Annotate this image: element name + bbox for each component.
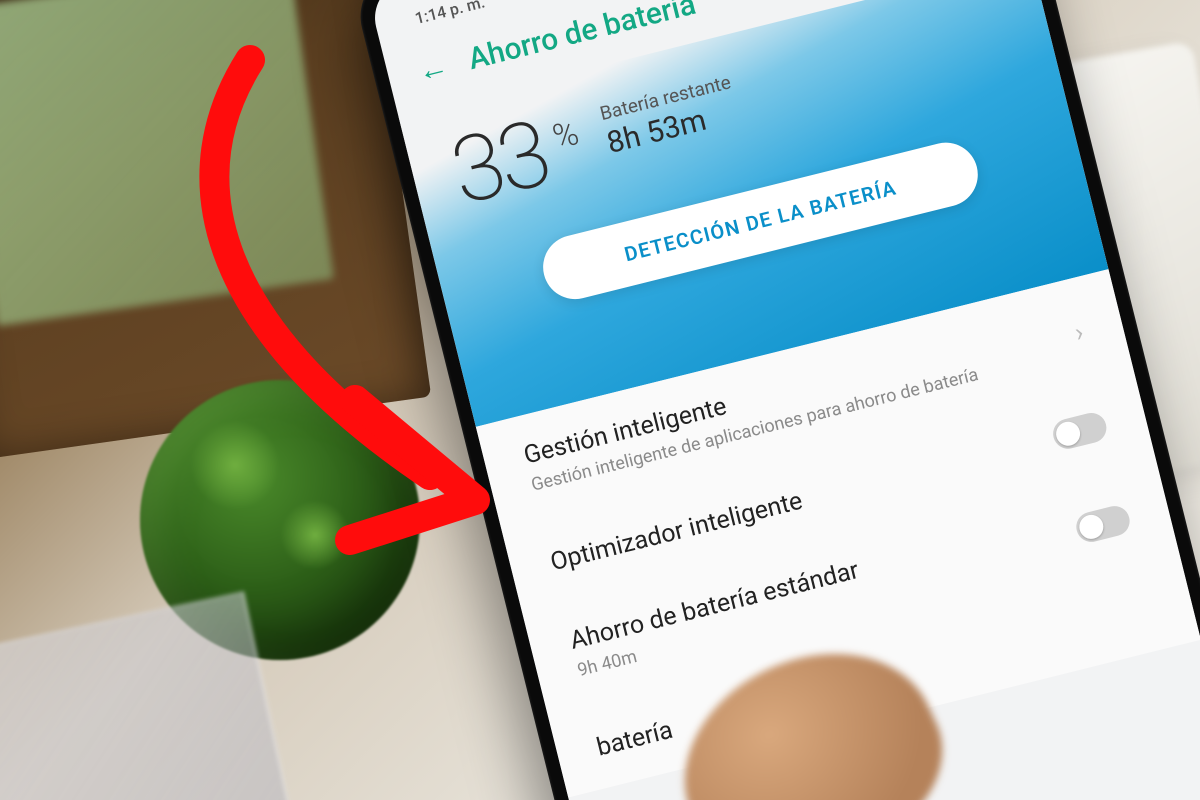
toggle-switch[interactable] (1073, 503, 1133, 545)
toggle-switch[interactable] (1050, 410, 1110, 452)
photo-scene: 1:14 p. m. ← Ahorro de batería 33 % Bate… (0, 0, 1200, 800)
desk-clear-box (0, 591, 290, 800)
percent-sign: % (549, 113, 583, 158)
status-bar-time: 1:14 p. m. (413, 0, 487, 28)
window-pane (0, 0, 334, 326)
window-frame (0, 0, 431, 459)
battery-percent-value: 33 (443, 108, 556, 220)
back-arrow-icon[interactable]: ← (414, 48, 452, 89)
